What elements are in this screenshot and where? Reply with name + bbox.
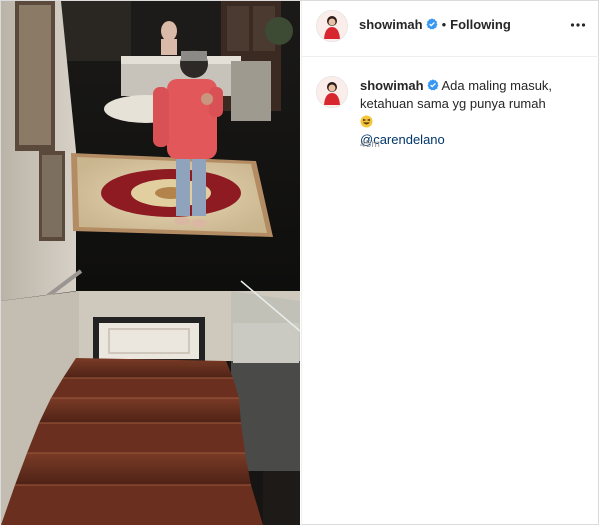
following-button[interactable]: Following (450, 17, 511, 32)
post-header: showimah • Following (302, 1, 599, 57)
post-side-panel: showimah • Following showimah Ada maling… (301, 1, 599, 525)
header-username[interactable]: showimah (359, 17, 423, 32)
verified-badge-icon (426, 17, 438, 30)
video-frame (1, 1, 300, 525)
avatar-image (317, 77, 347, 107)
caption-avatar[interactable] (316, 76, 348, 108)
header-line: showimah • Following (359, 16, 511, 34)
verified-badge-icon (427, 78, 439, 91)
instagram-post: showimah • Following showimah Ada maling… (0, 0, 599, 525)
grinning-squinting-face-emoji (360, 115, 373, 128)
avatar-image (317, 11, 347, 41)
caption-text: showimah Ada maling masuk, ketahuan sama… (360, 77, 560, 149)
post-video[interactable] (1, 1, 300, 525)
more-horizontal-icon[interactable] (570, 17, 586, 33)
header-separator: • (441, 17, 447, 32)
caption-username[interactable]: showimah (360, 78, 424, 93)
avatar[interactable] (316, 10, 348, 42)
post-timestamp[interactable]: 45m (360, 139, 380, 150)
